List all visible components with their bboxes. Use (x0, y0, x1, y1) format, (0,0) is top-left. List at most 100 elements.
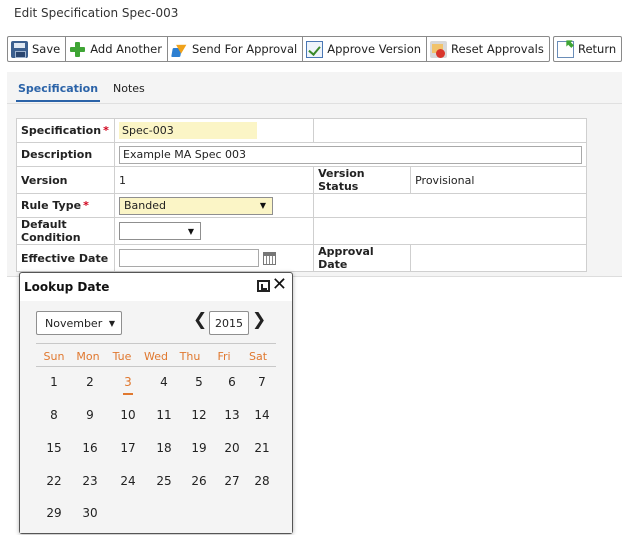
calendar-day[interactable]: 24 (113, 474, 143, 488)
calendar-day[interactable]: 28 (247, 474, 277, 488)
floppy-disk-icon (11, 40, 28, 58)
dropdown-caret-icon: ▼ (259, 201, 266, 210)
popup-header: Lookup Date ✕ (20, 273, 292, 301)
calendar-day[interactable]: 27 (217, 474, 247, 488)
return-button-label: Return (578, 42, 617, 56)
next-year-icon[interactable]: ❯ (252, 310, 266, 330)
calendar-day[interactable]: 17 (113, 441, 143, 455)
weekday-label: Wed (144, 350, 168, 363)
approve-version-button-label: Approve Version (327, 42, 422, 56)
calendar-day[interactable]: 29 (39, 506, 69, 520)
calendar-day[interactable]: 19 (184, 441, 214, 455)
tab-bar: Specification Notes (7, 72, 622, 104)
required-marker: * (103, 124, 109, 137)
rule-type-label-text: Rule Type (21, 199, 82, 212)
toolbar-main-group: Save Add Another Send For Approval Appro… (7, 36, 550, 62)
calendar-day[interactable]: 5 (184, 375, 214, 389)
approve-check-icon (306, 40, 324, 58)
weekday-label: Tue (112, 350, 132, 363)
rule-type-cell: Banded ▼ (113, 193, 315, 218)
calendar-day[interactable]: 16 (75, 441, 105, 455)
calendar-day[interactable]: 1 (39, 375, 69, 389)
weekday-label: Mon (76, 350, 100, 363)
toolbar: Save Add Another Send For Approval Appro… (7, 36, 550, 62)
reset-approvals-button[interactable]: Reset Approvals (427, 37, 549, 61)
empty-cell (313, 193, 587, 218)
add-another-button-label: Add Another (90, 42, 162, 56)
weekday-label: Sat (248, 350, 268, 363)
calendar-day[interactable]: 21 (247, 441, 277, 455)
default-condition-cell: ▼ (113, 217, 315, 245)
specification-label: Specification * (16, 118, 115, 143)
calendar-day[interactable]: 15 (39, 441, 69, 455)
approve-version-button[interactable]: Approve Version (303, 37, 428, 61)
effective-date-input[interactable] (119, 249, 259, 267)
specification-label-text: Specification (21, 124, 102, 137)
calendar-day-today[interactable]: 3 (113, 375, 143, 395)
calendar-day[interactable]: 18 (149, 441, 179, 455)
calendar-day[interactable]: 23 (75, 474, 105, 488)
rule-type-select[interactable]: Banded ▼ (119, 196, 273, 215)
reset-approvals-button-label: Reset Approvals (451, 42, 544, 56)
weekday-label: Sun (43, 350, 65, 363)
add-another-button[interactable]: Add Another (66, 37, 168, 61)
calendar-day[interactable]: 8 (39, 408, 69, 422)
calendar-day[interactable]: 22 (39, 474, 69, 488)
calendar-body: November ▼ ❮ 2015 ❯ Sun Mon Tue Wed Thu … (20, 301, 292, 533)
send-for-approval-button[interactable]: Send For Approval (168, 37, 304, 61)
dropdown-caret-icon: ▼ (108, 318, 115, 328)
default-condition-select[interactable]: ▼ (119, 222, 201, 240)
month-value: November (45, 316, 103, 330)
tab-specification[interactable]: Specification (15, 82, 101, 102)
send-for-approval-button-label: Send For Approval (191, 42, 298, 56)
weekday-header: Sun Mon Tue Wed Thu Fri Sat (36, 343, 276, 367)
default-condition-label: Default Condition (16, 217, 115, 245)
green-plus-icon (69, 41, 86, 58)
empty-cell (313, 217, 587, 245)
popup-title: Lookup Date (24, 280, 110, 294)
calendar-day[interactable]: 6 (217, 375, 247, 389)
calendar-day[interactable]: 11 (149, 408, 179, 422)
lookup-date-popup: Lookup Date ✕ November ▼ ❮ 2015 ❯ Sun Mo… (19, 272, 293, 534)
save-button[interactable]: Save (8, 37, 67, 61)
page-title: Edit Specification Spec-003 (14, 6, 179, 20)
calendar-day[interactable]: 10 (113, 408, 143, 422)
calendar-day[interactable]: 26 (184, 474, 214, 488)
version-status-label: Version Status (313, 166, 412, 194)
restore-window-icon[interactable] (257, 280, 270, 292)
approval-date-value (410, 244, 587, 272)
version-value: 1 (113, 166, 315, 194)
year-input[interactable]: 2015 (209, 311, 249, 335)
send-approval-icon (171, 41, 188, 58)
calendar-day[interactable]: 12 (184, 408, 214, 422)
empty-cell (313, 118, 587, 143)
weekday-label: Thu (179, 350, 201, 363)
close-icon[interactable]: ✕ (272, 276, 287, 294)
previous-year-icon[interactable]: ❮ (193, 310, 207, 330)
month-select[interactable]: November ▼ (36, 311, 122, 335)
form-panel: Specification * Spec-003 Description Exam… (7, 104, 622, 277)
return-button[interactable]: Return (554, 37, 621, 61)
calendar-day[interactable]: 9 (75, 408, 105, 422)
calendar-day[interactable]: 14 (247, 408, 277, 422)
return-arrow-icon (557, 40, 574, 58)
reset-approvals-icon (430, 40, 448, 58)
version-status-value: Provisional (410, 166, 587, 194)
calendar-icon[interactable] (263, 251, 276, 265)
calendar-day[interactable]: 2 (75, 375, 105, 389)
effective-date-wrapper (119, 249, 309, 267)
effective-date-label: Effective Date (16, 244, 115, 272)
calendar-day[interactable]: 13 (217, 408, 247, 422)
calendar-day[interactable]: 30 (75, 506, 105, 520)
specification-cell: Spec-003 (113, 118, 315, 143)
specification-input[interactable]: Spec-003 (119, 122, 257, 139)
save-button-label: Save (32, 42, 61, 56)
calendar-day[interactable]: 25 (149, 474, 179, 488)
calendar-day[interactable]: 20 (217, 441, 247, 455)
calendar-day[interactable]: 4 (149, 375, 179, 389)
calendar-day[interactable]: 7 (247, 375, 277, 389)
tab-notes[interactable]: Notes (113, 82, 145, 95)
specification-form: Specification * Spec-003 Description Exam… (16, 118, 587, 272)
required-marker: * (83, 199, 89, 212)
description-input[interactable]: Example MA Spec 003 (119, 145, 582, 164)
